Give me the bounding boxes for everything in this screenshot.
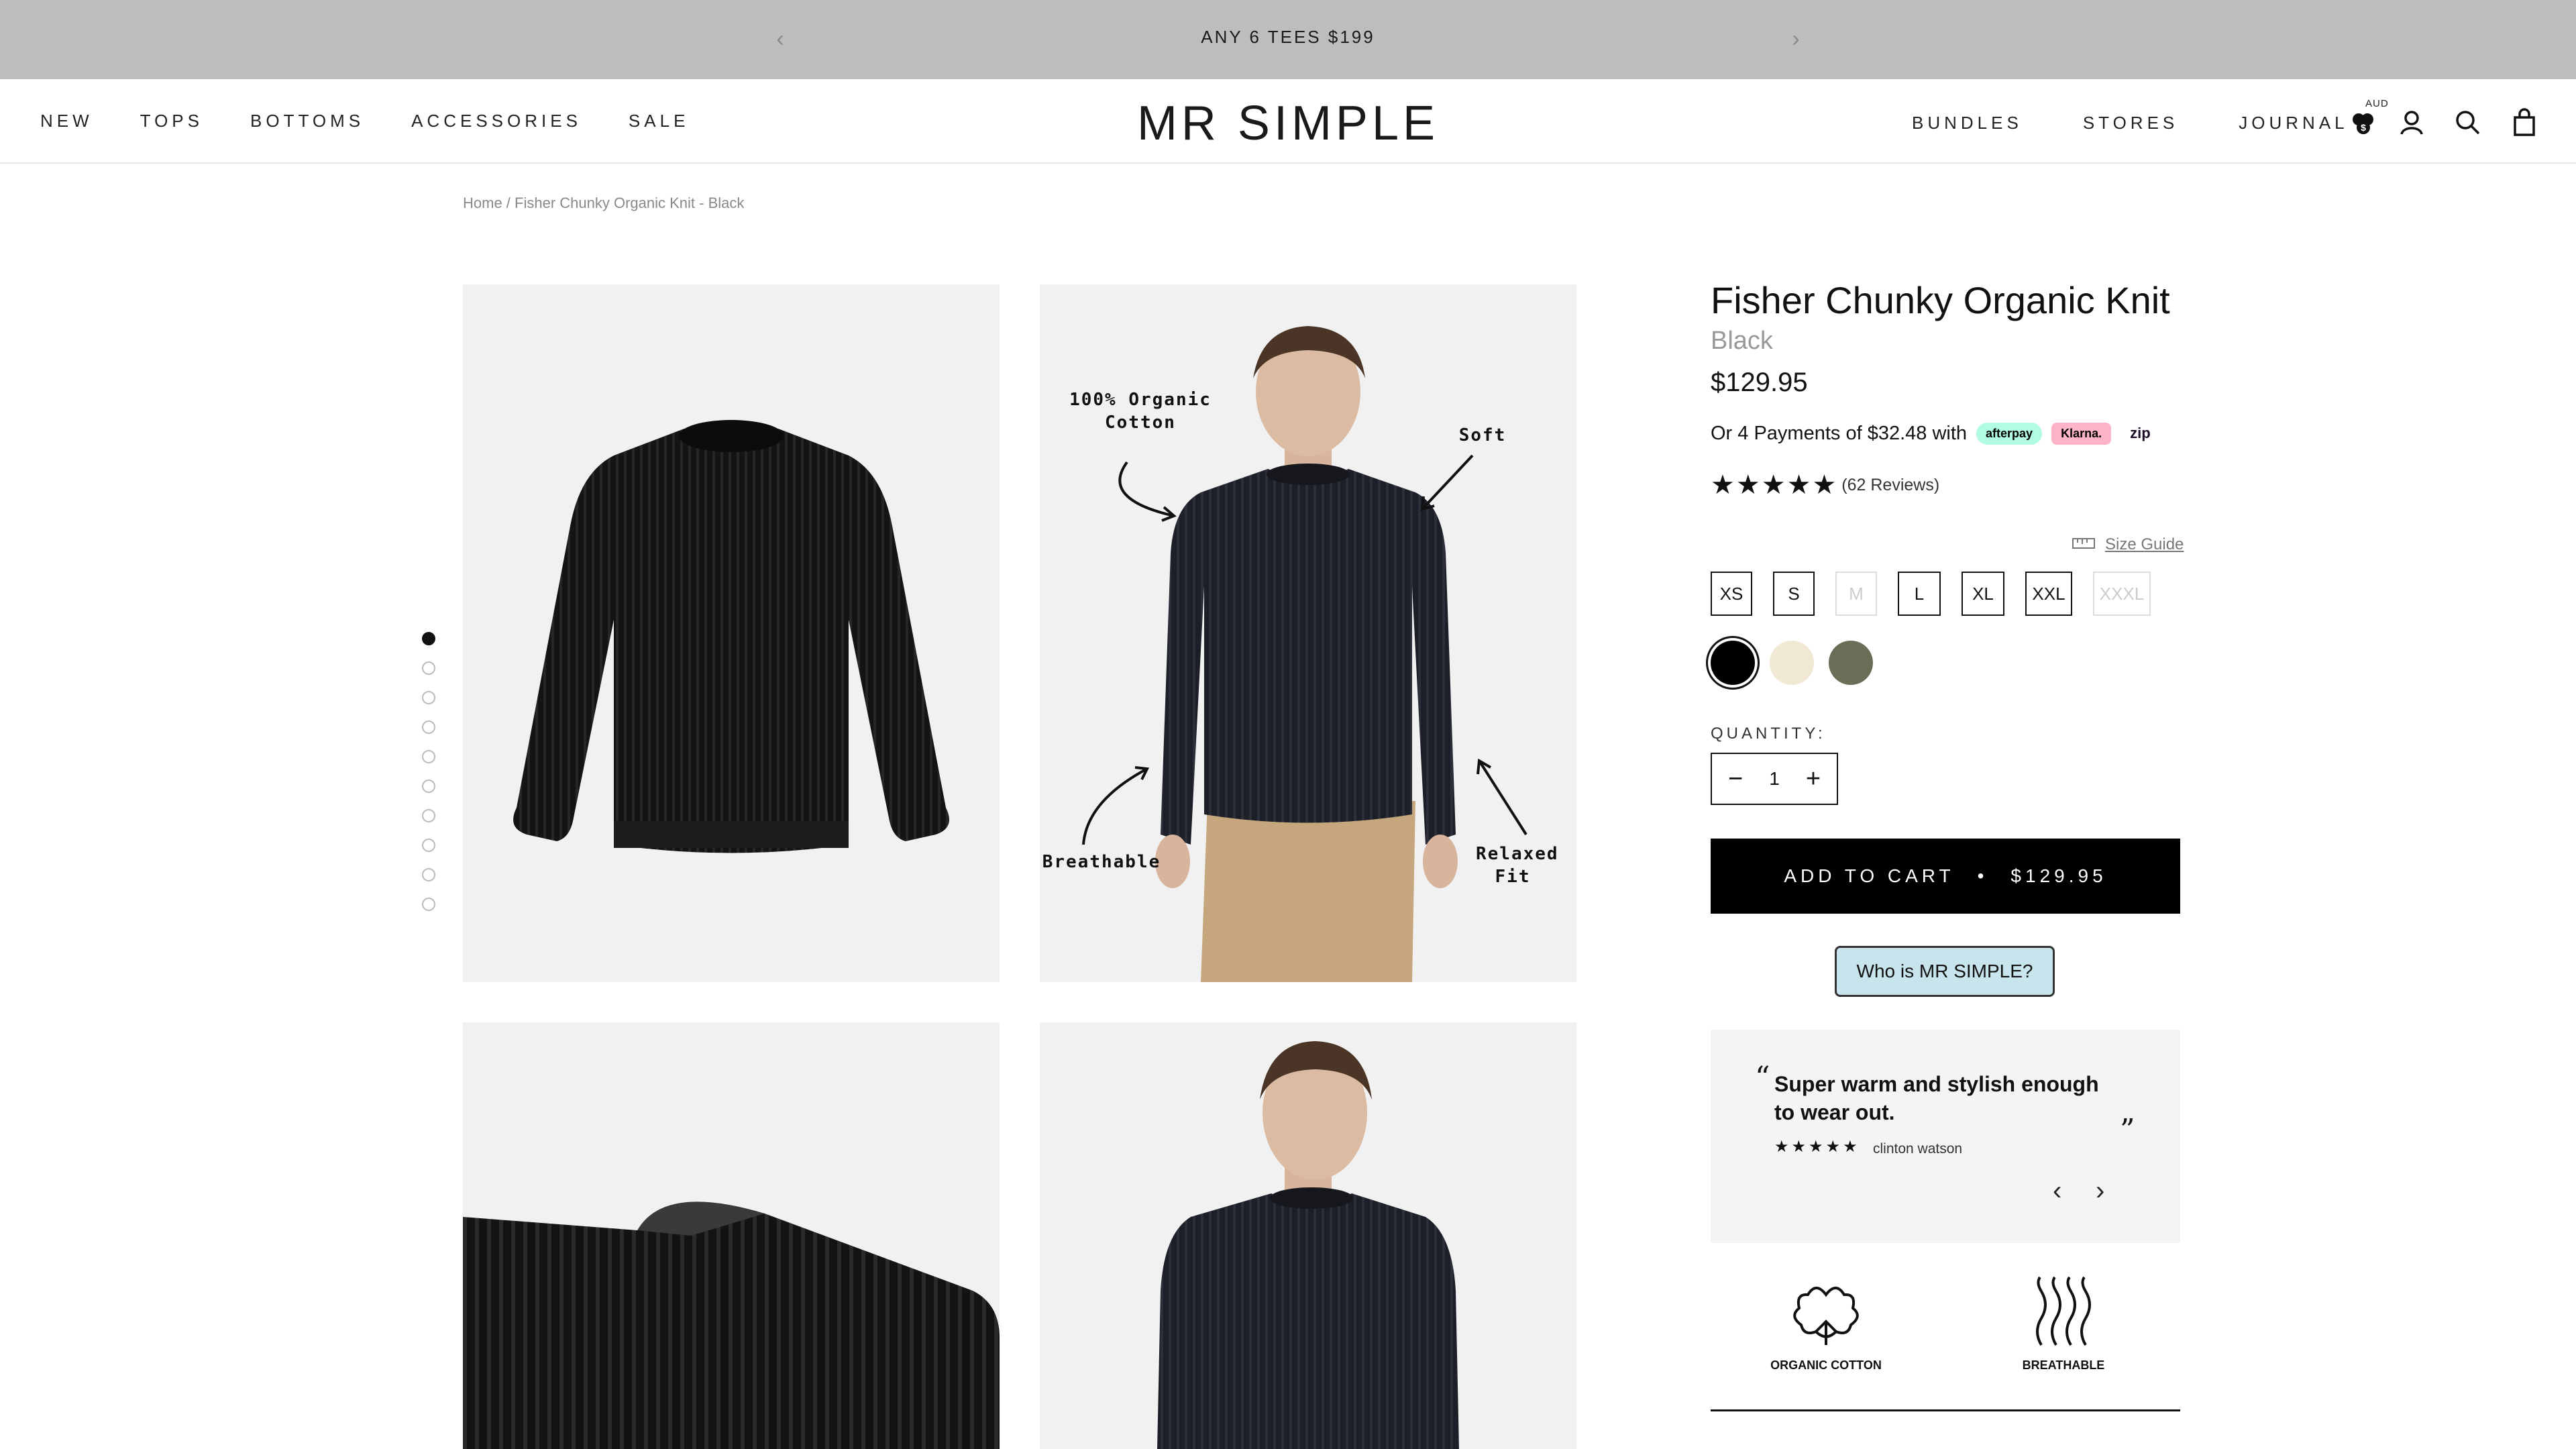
gallery-dot[interactable] <box>422 898 435 911</box>
size-option-xs[interactable]: XS <box>1711 572 1752 616</box>
review-carousel: “ Super warm and stylish enough to wear … <box>1711 1030 2180 1243</box>
chevron-left-icon[interactable]: ‹ <box>2053 1176 2061 1206</box>
review-author: clinton watson <box>1873 1141 1963 1157</box>
swatch-black[interactable] <box>1711 641 1755 685</box>
main-nav: NEW TOPS BOTTOMS ACCESSORIES SALE <box>40 111 689 131</box>
size-selector: XS S M L XL XXL XXXL <box>1711 572 2151 616</box>
breathable-waves-icon <box>2027 1276 2100 1351</box>
chevron-right-icon[interactable]: › <box>1782 25 1809 52</box>
nav-item-new[interactable]: NEW <box>40 111 93 131</box>
quantity-label: QUANTITY: <box>1711 724 1826 743</box>
nav-item-tops[interactable]: TOPS <box>140 111 203 131</box>
nav-item-journal[interactable]: JOURNAL <box>2239 113 2348 133</box>
feature-label: BREATHABLE <box>2022 1358 2105 1372</box>
breadcrumb: Home / Fisher Chunky Organic Knit - Blac… <box>463 195 744 212</box>
site-logo[interactable]: MR SIMPLE <box>1073 96 1503 151</box>
gallery-dot[interactable] <box>422 720 435 734</box>
breadcrumb-home[interactable]: Home <box>463 195 502 211</box>
gallery-dot[interactable] <box>422 780 435 793</box>
feature-breathable: BREATHABLE <box>1996 1275 2131 1373</box>
product-rating[interactable]: ★★★★★ (62 Reviews) <box>1711 470 1939 500</box>
size-guide-label: Size Guide <box>2105 535 2184 553</box>
product-image-flatlay[interactable] <box>463 284 1000 982</box>
site-header: NEW TOPS BOTTOMS ACCESSORIES SALE MR SIM… <box>0 79 2576 164</box>
swatch-olive[interactable] <box>1829 641 1873 685</box>
swatch-cream[interactable] <box>1770 641 1814 685</box>
ruler-icon <box>2072 533 2096 555</box>
afterpay-badge[interactable]: afterpay <box>1976 422 2043 445</box>
gallery-dot[interactable] <box>422 839 435 852</box>
zip-badge[interactable]: zip <box>2121 421 2160 446</box>
product-title: Fisher Chunky Organic Knit <box>1711 279 2170 321</box>
size-option-xxl[interactable]: XXL <box>2025 572 2072 616</box>
size-option-xxxl[interactable]: XXXL <box>2093 572 2151 616</box>
gallery-dot[interactable] <box>422 661 435 675</box>
account-icon[interactable] <box>2395 106 2428 140</box>
cart-icon[interactable] <box>2508 106 2541 140</box>
installment-text: Or 4 Payments of $32.48 with <box>1711 422 1968 444</box>
color-swatches <box>1711 641 1873 685</box>
nav-item-sale[interactable]: SALE <box>629 111 690 131</box>
nav-item-bundles[interactable]: BUNDLES <box>1912 113 2023 133</box>
secondary-nav: BUNDLES STORES JOURNAL <box>1912 113 2349 133</box>
product-image-model-annotated[interactable]: 100% Organic Cotton Soft Breathable Rela… <box>1040 284 1576 982</box>
size-option-s[interactable]: S <box>1773 572 1815 616</box>
close-quote-icon: ” <box>2120 1113 2135 1147</box>
breadcrumb-separator: / <box>502 195 515 211</box>
annotation-breathable: Breathable <box>1042 852 1161 872</box>
feature-organic-cotton: ORGANIC COTTON <box>1759 1275 1893 1373</box>
gallery-pagination <box>422 632 435 911</box>
quantity-value[interactable]: 1 <box>1769 768 1780 790</box>
quantity-stepper: − 1 + <box>1711 753 1838 805</box>
product-image-collar-closeup[interactable] <box>463 1022 1000 1449</box>
product-price: $129.95 <box>1711 368 1808 397</box>
add-to-cart-price: $129.95 <box>2010 865 2107 886</box>
feature-label: ORGANIC COTTON <box>1770 1358 1882 1372</box>
gallery-dot[interactable] <box>422 868 435 881</box>
add-to-cart-label: ADD TO CART <box>1784 865 1955 886</box>
installment-payments: Or 4 Payments of $32.48 with afterpay Kl… <box>1711 421 2160 446</box>
product-features: ORGANIC COTTON BREATHABLE <box>1711 1275 2180 1411</box>
nav-item-accessories[interactable]: ACCESSORIES <box>411 111 582 131</box>
announcement-text[interactable]: ANY 6 TEES $199 <box>0 27 2576 48</box>
open-quote-icon: “ <box>1755 1061 1770 1095</box>
annotation-soft: Soft <box>1458 425 1507 445</box>
gallery-dot[interactable] <box>422 809 435 822</box>
chevron-right-icon[interactable]: › <box>2096 1176 2104 1206</box>
breadcrumb-current: Fisher Chunky Organic Knit - Black <box>515 195 745 211</box>
search-icon[interactable] <box>2451 106 2485 140</box>
product-image-model-front[interactable] <box>1040 1022 1576 1449</box>
gallery-dot[interactable] <box>422 691 435 704</box>
review-count[interactable]: (62 Reviews) <box>1841 476 1939 495</box>
gallery-dot[interactable] <box>422 750 435 763</box>
review-stars: ★★★★★ <box>1774 1138 1860 1156</box>
size-option-xl[interactable]: XL <box>1962 572 2004 616</box>
who-is-mr-simple-button[interactable]: Who is MR SIMPLE? <box>1835 946 2055 997</box>
klarna-badge[interactable]: Klarna. <box>2051 422 2112 445</box>
product-color-name: Black <box>1711 327 1773 355</box>
nav-item-bottoms[interactable]: BOTTOMS <box>250 111 364 131</box>
rating-stars: ★★★★★ <box>1711 470 1838 500</box>
nav-item-stores[interactable]: STORES <box>2083 113 2178 133</box>
annotation-organic-cotton: 100% Organic Cotton <box>1069 390 1212 433</box>
svg-text:$: $ <box>2361 122 2366 133</box>
review-quote: Super warm and stylish enough to wear ou… <box>1774 1072 2099 1124</box>
add-to-cart-button[interactable]: ADD TO CART • $129.95 <box>1711 839 2180 914</box>
plus-icon[interactable]: + <box>1800 765 1827 794</box>
annotation-relaxed-fit: Relaxed Fit <box>1476 844 1559 887</box>
size-guide-link[interactable]: Size Guide <box>2072 533 2184 555</box>
announcement-bar: ‹ ANY 6 TEES $199 › <box>0 0 2576 79</box>
size-option-l[interactable]: L <box>1898 572 1941 616</box>
add-to-cart-bullet: • <box>1977 865 1988 886</box>
gallery-dot[interactable] <box>422 632 435 645</box>
currency-icon[interactable]: $ <box>2347 106 2380 140</box>
minus-icon[interactable]: − <box>1722 765 1749 794</box>
cotton-flower-icon <box>1789 1287 1863 1351</box>
size-option-m[interactable]: M <box>1835 572 1877 616</box>
